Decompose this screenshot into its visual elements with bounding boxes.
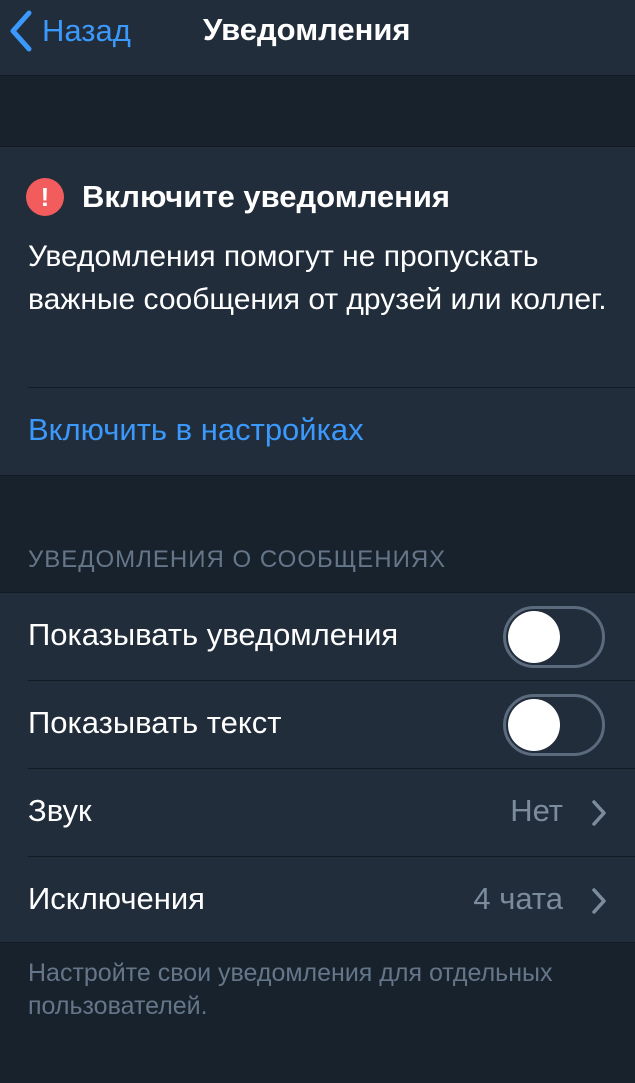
divider — [28, 387, 635, 388]
row-label: Исключения — [28, 881, 205, 916]
navigation-bar: Назад Уведомления — [0, 0, 635, 76]
exceptions-value: 4 чата — [473, 881, 563, 916]
section-footer-note: Настройте свои уведомления для отдельных… — [28, 959, 553, 1020]
back-button[interactable]: Назад — [8, 8, 131, 54]
enable-in-settings-link[interactable]: Включить в настройках — [28, 412, 364, 448]
back-label[interactable]: Назад — [42, 13, 131, 49]
show-text-toggle[interactable] — [503, 694, 605, 756]
chevron-left-icon — [8, 10, 34, 52]
show-text-row[interactable]: Показывать текст — [0, 681, 635, 769]
toggle-knob — [508, 611, 560, 663]
enable-notifications-card: ! Включите уведомления Уведомления помог… — [0, 146, 635, 476]
show-notifications-toggle[interactable] — [503, 606, 605, 668]
exclamation-circle-icon: ! — [26, 178, 64, 216]
sound-value: Нет — [510, 793, 563, 828]
show-notifications-row[interactable]: Показывать уведомления — [0, 593, 635, 681]
toggle-knob — [508, 699, 560, 751]
row-label: Звук — [28, 793, 92, 828]
chevron-right-icon — [591, 887, 607, 915]
alert-description: Уведомления помогут не пропускать важные… — [28, 240, 607, 316]
sound-row[interactable]: Звук Нет — [0, 769, 635, 857]
section-spacer — [0, 76, 635, 146]
message-notifications-list: Показывать уведомления Показывать текст … — [0, 592, 635, 943]
row-label: Показывать текст — [28, 705, 282, 740]
page-title: Уведомления — [203, 12, 411, 47]
chevron-right-icon — [591, 799, 607, 827]
exceptions-row[interactable]: Исключения 4 чата — [0, 857, 635, 943]
alert-title: Включите уведомления — [82, 179, 451, 214]
section-header-message-notifications: УВЕДОМЛЕНИЯ О СООБЩЕНИЯХ — [28, 546, 447, 573]
row-label: Показывать уведомления — [28, 617, 399, 652]
